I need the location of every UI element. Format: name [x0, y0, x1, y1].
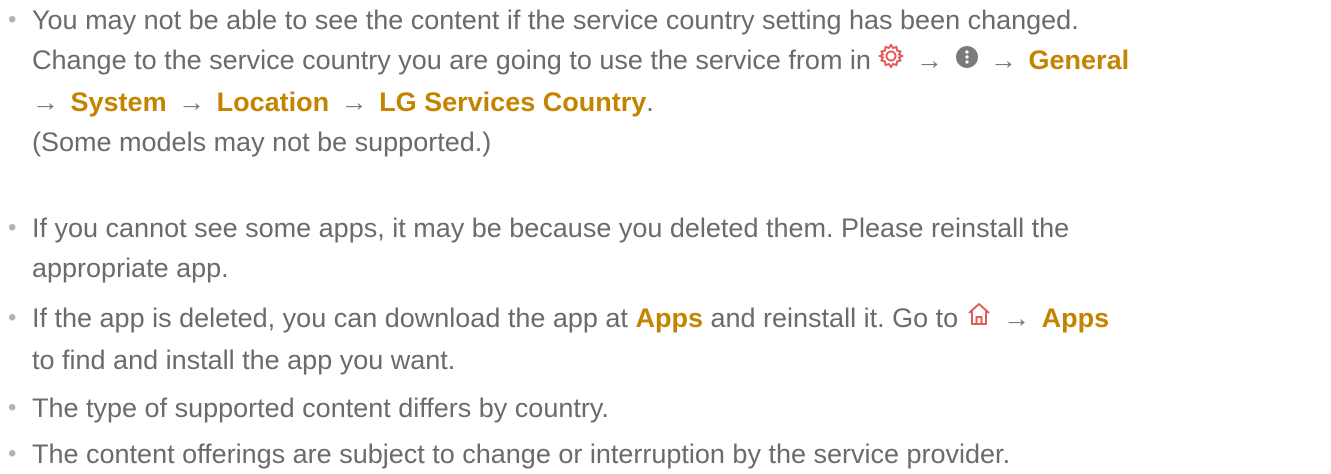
- item-text: and reinstall it. Go to: [710, 303, 959, 333]
- list-item: • You may not be able to see the content…: [0, 0, 1331, 162]
- item-text: You may not be able to see the content i…: [32, 5, 1079, 35]
- arrow-right-icon: →: [990, 45, 1018, 75]
- menu-path-location: Location: [216, 86, 330, 117]
- arrow-right-icon: →: [1003, 303, 1031, 333]
- arrow-right-icon: →: [340, 86, 368, 117]
- item-text: The content offerings are subject to cha…: [32, 439, 1011, 469]
- item-text-line: → System → Location → LG Services Countr…: [32, 82, 1331, 122]
- item-text: The type of supported content differs by…: [32, 393, 609, 423]
- list-item: • If the app is deleted, you can downloa…: [0, 298, 1331, 380]
- menu-path-general: General: [1028, 45, 1130, 75]
- item-text: If the app is deleted, you can download …: [32, 303, 628, 333]
- list-item: • If you cannot see some apps, it may be…: [0, 208, 1331, 288]
- bullet: •: [8, 6, 17, 33]
- arrow-right-icon: →: [32, 86, 59, 117]
- more-options-icon: [955, 40, 979, 80]
- item-text: appropriate app.: [32, 253, 229, 283]
- item-note: (Some models may not be supported.): [32, 126, 492, 157]
- menu-path-system: System: [70, 86, 167, 117]
- arrow-right-icon: →: [178, 86, 206, 117]
- apps-link: Apps: [635, 303, 703, 333]
- item-text: to find and install the app you want.: [32, 344, 456, 375]
- list-item: • The type of supported content differs …: [0, 388, 1331, 428]
- bullet: •: [8, 394, 17, 421]
- bullet: •: [8, 214, 17, 241]
- menu-path-lg-services-country: LG Services Country: [379, 86, 647, 117]
- bullet: •: [8, 304, 17, 331]
- bullet: •: [8, 440, 17, 467]
- item-text: Change to the service country you are go…: [32, 45, 871, 75]
- apps-link: Apps: [1041, 303, 1110, 333]
- item-text: If you cannot see some apps, it may be b…: [32, 213, 1070, 243]
- arrow-right-icon: →: [915, 45, 943, 75]
- home-icon: [966, 298, 992, 338]
- gear-icon: [878, 40, 905, 80]
- period: .: [646, 86, 654, 117]
- item-text-line: If the app is deleted, you can download …: [32, 298, 1331, 340]
- list-item: • The content offerings are subject to c…: [0, 434, 1331, 474]
- item-text-line: Change to the service country you are go…: [32, 40, 1331, 82]
